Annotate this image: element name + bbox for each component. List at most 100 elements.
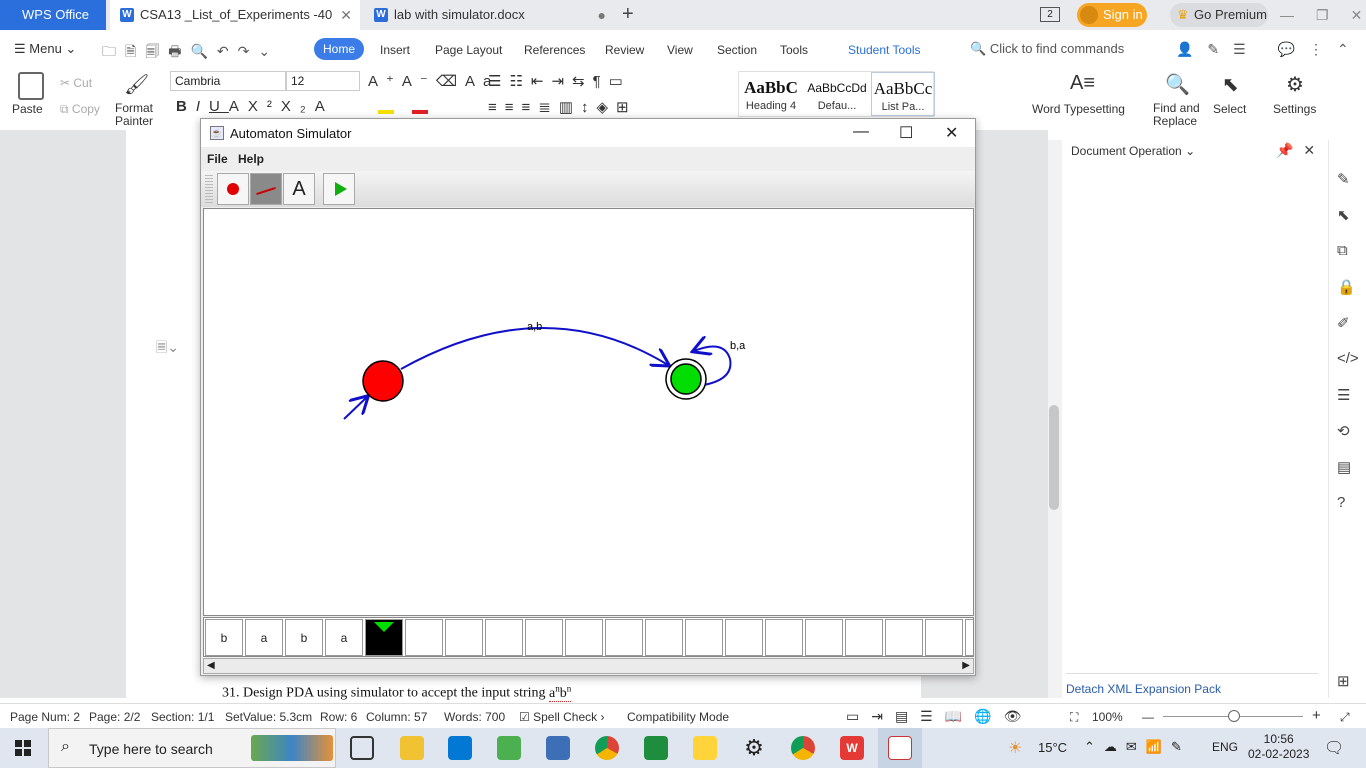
status-page[interactable]: Page: 2/2 [89, 710, 140, 724]
view-mode-icons[interactable]: ▭⇥▤☰📖🌐👁 [846, 708, 1033, 725]
status-setvalue[interactable]: SetValue: 5.3cm [225, 710, 312, 724]
tab-document-2[interactable]: W lab with simulator.docx ● [364, 0, 614, 30]
tab-view[interactable]: View [667, 43, 693, 57]
code-icon[interactable]: </> [1337, 350, 1359, 367]
tape-cell[interactable]: a [325, 619, 363, 656]
taskbar-search[interactable]: ⌕ Type here to search [48, 728, 336, 768]
add-state-button[interactable] [217, 173, 249, 205]
tape-cell-empty[interactable] [805, 619, 843, 656]
sign-in-button[interactable]: Sign in [1077, 3, 1147, 27]
tab-insert[interactable]: Insert [380, 43, 410, 57]
tape-head-cell[interactable] [365, 619, 403, 656]
java-app-active[interactable] [878, 728, 922, 768]
paragraph-align-tools[interactable]: ≡≡≡≣▥↕◈⊞ [488, 98, 637, 116]
settings-icon[interactable]: ⚙ [742, 736, 766, 760]
restore-icon[interactable]: ❐ [1316, 0, 1329, 30]
status-column[interactable]: Column: 57 [366, 710, 427, 724]
font-name-select[interactable]: Cambria [170, 71, 286, 91]
share-tools[interactable]: 👤✎☰ 💬⋮⌃ [1176, 41, 1363, 58]
add-transition-button[interactable] [250, 173, 282, 205]
style-heading-4[interactable]: AaBbC Heading 4 [739, 72, 803, 116]
automaton-simulator-window[interactable]: ☕ Automaton Simulator — ☐ ✕ File Help A [200, 118, 976, 676]
font-size-select[interactable]: 12 [286, 71, 360, 91]
accept-state[interactable] [670, 363, 702, 395]
tab-page-layout[interactable]: Page Layout [435, 43, 502, 57]
transition-arrow-q0-q1[interactable] [400, 327, 668, 370]
mail-icon[interactable] [448, 736, 472, 760]
list-tools[interactable]: ☰☷⇤⇥⇆¶▭ [488, 72, 631, 90]
close-icon[interactable]: ✕ [340, 0, 352, 30]
zoom-out-icon[interactable]: — [1142, 710, 1154, 724]
style-list-paragraph[interactable]: AaBbCc List Pa... [871, 72, 935, 116]
paste-icon[interactable] [18, 72, 44, 100]
tape-scrollbar[interactable]: ◀ ▶ [203, 658, 974, 674]
select-button[interactable]: Select [1213, 102, 1246, 116]
highlight-color-icon[interactable] [378, 110, 394, 114]
tape-cell-empty[interactable] [965, 619, 973, 656]
edit-icon[interactable]: ✐ [1337, 314, 1350, 332]
menu-help[interactable]: Help [238, 152, 264, 166]
fit-icon[interactable]: ⛶ [1070, 710, 1078, 725]
transition-label-1[interactable]: a,b [527, 321, 542, 333]
cursor-icon[interactable]: ⬉ [1337, 206, 1350, 224]
copy-button[interactable]: ⧉ Copy [60, 102, 100, 117]
command-search[interactable]: 🔍 Click to find commands [970, 41, 1124, 57]
font-style-tools[interactable]: BIUAX²X₂A [176, 98, 334, 115]
find-replace-button[interactable]: Find and Replace [1153, 102, 1200, 128]
chrome-icon[interactable] [595, 736, 619, 760]
status-row[interactable]: Row: 6 [320, 710, 357, 724]
tape-cell[interactable]: a [245, 619, 283, 656]
status-section[interactable]: Section: 1/1 [151, 710, 214, 724]
styles-gallery[interactable]: AaBbC Heading 4 AaBbCcDd Defau... AaBbCc Li… [738, 71, 935, 117]
detach-xml-link[interactable]: Detach XML Expansion Pack [1066, 682, 1221, 696]
spreadsheet-icon[interactable] [644, 736, 668, 760]
word-typesetting-button[interactable]: Word Typesetting [1032, 102, 1125, 116]
sliders-icon[interactable]: ☰ [1337, 386, 1350, 404]
status-page-num[interactable]: Page Num: 2 [10, 710, 80, 724]
tape-cell-empty[interactable] [605, 619, 643, 656]
paste-button[interactable]: Paste [12, 102, 43, 116]
task-view-icon[interactable] [350, 736, 374, 760]
close-icon[interactable]: ✕ [945, 123, 958, 143]
app-icon[interactable] [497, 736, 521, 760]
tape-cell[interactable]: b [285, 619, 323, 656]
settings-button[interactable]: Settings [1273, 102, 1316, 116]
grid-icon[interactable]: ⊞ [1337, 672, 1350, 690]
quick-access-toolbar[interactable]: 🗀🗎🗐🖶🔍↶↷⌄ [102, 41, 279, 65]
scrollbar-thumb[interactable] [1049, 405, 1059, 510]
tab-references[interactable]: References [524, 43, 585, 57]
automaton-canvas[interactable]: a,b b,a [203, 208, 974, 616]
chrome-profile-icon[interactable] [791, 736, 815, 760]
system-tray-icons[interactable]: ⌃☁✉📶✎ [1084, 739, 1191, 755]
tape-cell-empty[interactable] [765, 619, 803, 656]
simulator-title-bar[interactable]: ☕ Automaton Simulator — ☐ ✕ [201, 119, 975, 147]
tape-cell-empty[interactable] [645, 619, 683, 656]
copy-icon[interactable]: ⧉ [1337, 242, 1348, 259]
language-indicator[interactable]: ENG [1212, 740, 1238, 754]
help-icon[interactable]: ? [1337, 494, 1345, 511]
menu-button[interactable]: ☰ Menu ⌄ [14, 41, 76, 57]
scroll-right-icon[interactable]: ▶ [962, 660, 970, 671]
minimize-icon[interactable]: — [853, 123, 869, 141]
tape-cell-empty[interactable] [885, 619, 923, 656]
spell-check-button[interactable]: ☑ Spell Check › [519, 710, 604, 724]
window-count-badge[interactable]: 2 [1040, 7, 1060, 22]
scroll-left-icon[interactable]: ◀ [207, 660, 215, 671]
document-map-icon[interactable]: 🗏⌄ [156, 337, 179, 361]
close-icon[interactable]: ✕ [1351, 0, 1363, 30]
automaton-diagram[interactable]: a,b b,a [204, 209, 973, 615]
font-color-icon[interactable] [412, 110, 428, 114]
history-icon[interactable]: ⟲ [1337, 422, 1350, 440]
dot-icon[interactable]: ● [598, 0, 606, 30]
pen-icon[interactable]: ✎ [1337, 170, 1350, 188]
format-painter-button[interactable]: Format Painter [115, 102, 153, 128]
tape-cell-empty[interactable] [405, 619, 443, 656]
toolbar-grip[interactable] [205, 175, 213, 203]
notifications-icon[interactable]: 🗨 [1324, 738, 1344, 758]
new-tab-icon[interactable]: + [622, 3, 634, 26]
tab-review[interactable]: Review [605, 43, 644, 57]
run-button[interactable] [323, 173, 355, 205]
zoom-level[interactable]: 100% [1092, 710, 1123, 724]
zoom-slider-knob[interactable] [1228, 710, 1241, 722]
tape-cell-empty[interactable] [485, 619, 523, 656]
